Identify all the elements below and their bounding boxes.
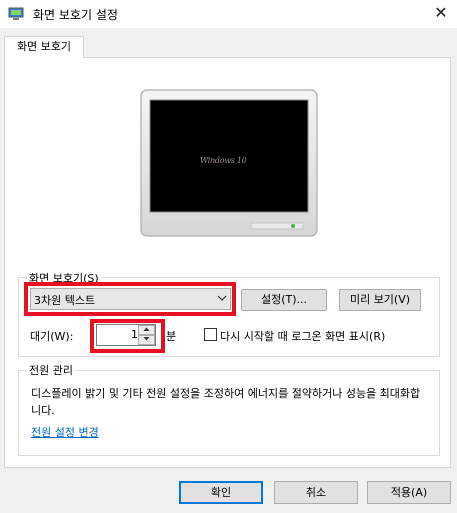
logon-screen-checkbox-label[interactable]: 다시 시작할 때 로그온 화면 표시(R) xyxy=(220,328,385,344)
close-icon[interactable]: ✕ xyxy=(428,2,454,24)
highlight-box-wait-minutes xyxy=(90,319,165,353)
settings-button[interactable]: 설정(T)... xyxy=(241,289,327,311)
screen-preview-text: Windows 10 xyxy=(200,156,247,165)
minutes-label: 분 xyxy=(166,330,177,343)
cancel-button[interactable]: 취소 xyxy=(274,481,358,504)
power-description: 디스플레이 밝기 및 기타 전원 설정을 조정하여 에너지를 절약하거나 성능을… xyxy=(31,387,421,417)
highlight-box-screensaver-select xyxy=(24,282,236,316)
apply-button[interactable]: 적용(A) xyxy=(367,481,451,504)
preview-button[interactable]: 미리 보기(V) xyxy=(339,289,421,311)
screensaver-app-icon xyxy=(8,7,24,21)
change-power-settings-link[interactable]: 전원 설정 변경 xyxy=(31,424,99,440)
tab-screensaver[interactable]: 화면 보호기 xyxy=(4,36,84,58)
wait-label: 대기(W): xyxy=(30,330,74,343)
window-title: 화면 보호기 설정 xyxy=(33,8,118,22)
logon-screen-checkbox[interactable] xyxy=(204,328,217,341)
power-group-label: 전원 관리 xyxy=(27,362,75,378)
ok-button[interactable]: 확인 xyxy=(179,481,263,504)
